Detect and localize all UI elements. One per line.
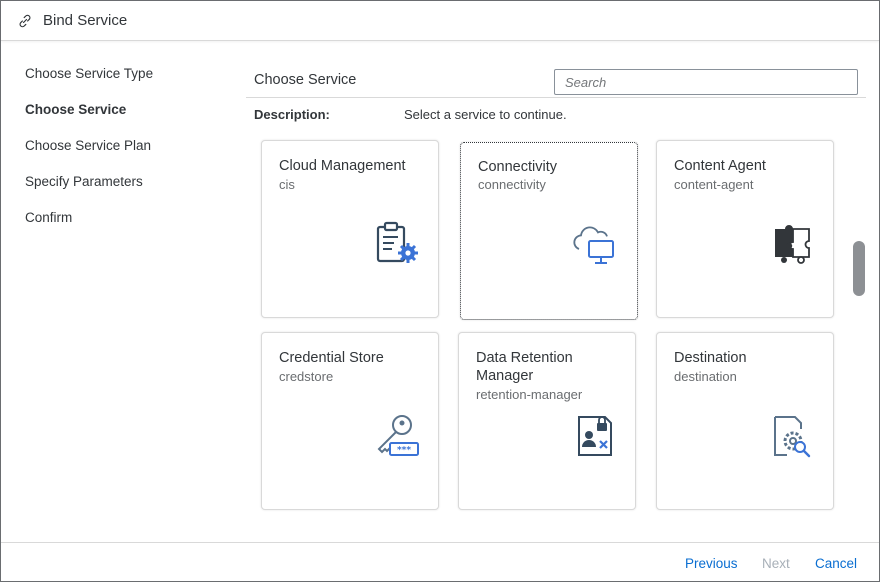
link-icon xyxy=(19,14,31,28)
service-tile-content-agent[interactable]: Content Agent content-agent xyxy=(656,140,834,318)
scrollbar-thumb[interactable] xyxy=(853,241,865,296)
step-specify-parameters[interactable]: Specify Parameters xyxy=(25,173,235,209)
service-id: retention-manager xyxy=(476,387,583,402)
service-name: Data Retention Manager xyxy=(476,350,573,384)
service-id: credstore xyxy=(279,369,334,384)
service-name: Credential Store xyxy=(279,350,384,366)
description-text: Select a service to continue. xyxy=(404,107,567,122)
document-gear-search-icon xyxy=(774,416,811,458)
service-id: content-agent xyxy=(674,177,754,192)
service-name: Destination xyxy=(674,350,747,366)
service-name: Cloud Management xyxy=(279,158,406,174)
search-input[interactable] xyxy=(554,69,858,95)
service-id: cis xyxy=(279,177,295,192)
service-tile-credential-store[interactable]: Credential Store credstore *** xyxy=(261,332,439,510)
service-id: destination xyxy=(674,369,737,384)
previous-button[interactable]: Previous xyxy=(685,556,738,571)
step-confirm[interactable]: Confirm xyxy=(25,209,235,245)
service-id: connectivity xyxy=(478,177,546,192)
svg-text:***: *** xyxy=(397,446,411,456)
cancel-button[interactable]: Cancel xyxy=(815,556,857,571)
service-tile-connectivity[interactable]: Connectivity connectivity xyxy=(460,142,638,320)
divider xyxy=(246,97,866,98)
step-choose-service[interactable]: Choose Service xyxy=(25,101,235,137)
description-label: Description: xyxy=(254,107,330,122)
service-name: Connectivity xyxy=(478,159,557,175)
step-choose-service-type[interactable]: Choose Service Type xyxy=(25,65,235,101)
service-name: Content Agent xyxy=(674,158,766,174)
service-tile-destination[interactable]: Destination destination xyxy=(656,332,834,510)
clipboard-gear-icon xyxy=(376,221,418,263)
dialog-title: Bind Service xyxy=(43,12,128,29)
key-password-icon: *** xyxy=(377,415,419,456)
wizard-steps: Choose Service Type Choose Service Choos… xyxy=(25,65,235,245)
cloud-monitor-icon xyxy=(573,226,614,264)
dialog-header: Bind Service xyxy=(1,1,879,41)
step-choose-service-plan[interactable]: Choose Service Plan xyxy=(25,137,235,173)
puzzle-icon xyxy=(775,225,810,264)
service-tile-cloud-management[interactable]: Cloud Management cis xyxy=(261,140,439,318)
bind-service-dialog: Bind Service Choose Service Type Choose … xyxy=(0,0,880,582)
document-user-lock-icon xyxy=(578,416,612,456)
service-tile-data-retention-manager[interactable]: Data Retention Manager retention-manager xyxy=(458,332,636,510)
next-button[interactable]: Next xyxy=(762,556,790,571)
dialog-footer: Previous Next Cancel xyxy=(1,542,879,582)
main-title: Choose Service xyxy=(254,72,357,88)
